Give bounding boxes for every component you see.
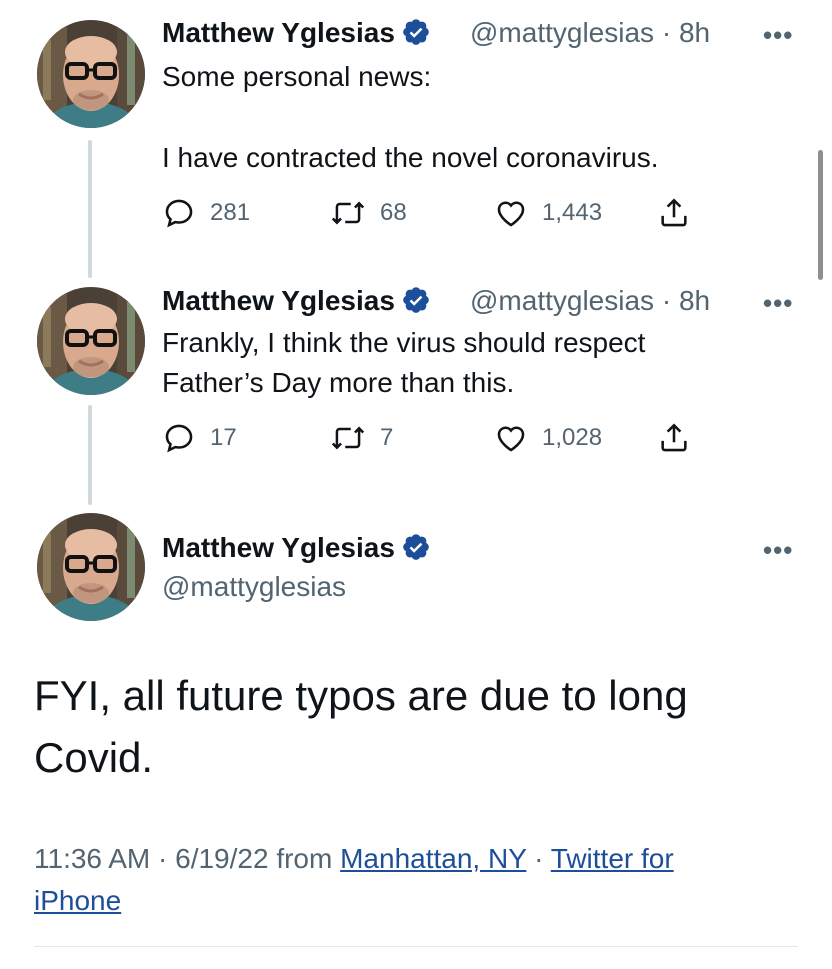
- reply-count: 17: [210, 424, 237, 451]
- tweet-meta-line2: iPhone: [34, 880, 121, 922]
- handle[interactable]: @mattyglesias: [470, 17, 654, 48]
- author-name[interactable]: Matthew Yglesias: [162, 531, 431, 565]
- like-button[interactable]: 1,443: [494, 196, 602, 230]
- heart-icon: [497, 426, 525, 452]
- author-name-text[interactable]: Matthew Yglesias: [162, 285, 395, 316]
- share-button[interactable]: [657, 196, 691, 235]
- tweet-text-line: I have contracted the novel coronavirus.: [162, 142, 659, 173]
- from-label: from: [276, 843, 333, 874]
- verified-badge-icon: [403, 19, 429, 45]
- like-button[interactable]: 1,028: [494, 421, 602, 455]
- retweet-icon: [331, 201, 365, 225]
- divider: [34, 946, 798, 947]
- retweet-button[interactable]: 7: [330, 421, 393, 455]
- more-options-icon[interactable]: •••: [763, 535, 793, 566]
- share-icon: [661, 198, 687, 227]
- like-count: 1,028: [542, 424, 603, 451]
- more-options-icon[interactable]: •••: [763, 288, 793, 319]
- verified-badge-icon: [403, 534, 429, 560]
- tweet-text-line: Father’s Day more than this.: [162, 367, 515, 398]
- separator: ·: [661, 285, 672, 316]
- handle-time: @mattyglesias · 8h: [470, 16, 710, 50]
- main-tweet-text-line: Covid.: [34, 734, 154, 781]
- author-name[interactable]: Matthew Yglesias: [162, 284, 431, 318]
- retweet-count: 68: [380, 199, 407, 226]
- location-link[interactable]: Manhattan, NY: [340, 843, 526, 874]
- main-tweet-text-line: FYI, all future typos are due to long: [34, 672, 688, 719]
- avatar[interactable]: [37, 20, 145, 128]
- tweet-text-line: Frankly, I think the virus should respec…: [162, 327, 646, 358]
- separator: ·: [661, 17, 672, 48]
- handle[interactable]: @mattyglesias: [470, 285, 654, 316]
- timestamp[interactable]: 8h: [679, 17, 710, 48]
- verified-badge-icon: [403, 287, 429, 313]
- tweet-meta: 11:36 AM · 6/19/22 from Manhattan, NY · …: [34, 838, 674, 880]
- author-name-text[interactable]: Matthew Yglesias: [162, 532, 395, 563]
- reply-count: 281: [210, 199, 251, 226]
- reply-button[interactable]: 281: [162, 196, 250, 230]
- separator: ·: [158, 843, 168, 874]
- more-options-icon[interactable]: •••: [763, 20, 793, 51]
- retweet-button[interactable]: 68: [330, 196, 407, 230]
- avatar[interactable]: [37, 513, 145, 621]
- handle-time: @mattyglesias · 8h: [470, 284, 710, 318]
- tweet-time[interactable]: 11:36 AM: [34, 843, 150, 874]
- reply-icon: [165, 199, 193, 228]
- thread-line: [88, 405, 92, 505]
- reply-button[interactable]: 17: [162, 421, 237, 455]
- share-icon: [661, 423, 687, 452]
- source-link[interactable]: Twitter for: [551, 843, 674, 874]
- reply-icon: [165, 424, 193, 453]
- heart-icon: [497, 201, 525, 227]
- thread-line: [88, 140, 92, 278]
- tweet-date[interactable]: 6/19/22: [175, 843, 268, 874]
- source-link-continued[interactable]: iPhone: [34, 885, 121, 916]
- retweet-icon: [331, 426, 365, 450]
- share-button[interactable]: [657, 421, 691, 460]
- timestamp[interactable]: 8h: [679, 285, 710, 316]
- tweet-text-line: Some personal news:: [162, 61, 432, 92]
- author-name-text[interactable]: Matthew Yglesias: [162, 17, 395, 48]
- handle[interactable]: @mattyglesias: [162, 570, 346, 604]
- retweet-count: 7: [380, 424, 394, 451]
- author-name[interactable]: Matthew Yglesias: [162, 16, 431, 50]
- scrollbar[interactable]: [818, 150, 823, 280]
- separator: ·: [534, 843, 544, 874]
- avatar[interactable]: [37, 287, 145, 395]
- like-count: 1,443: [542, 199, 603, 226]
